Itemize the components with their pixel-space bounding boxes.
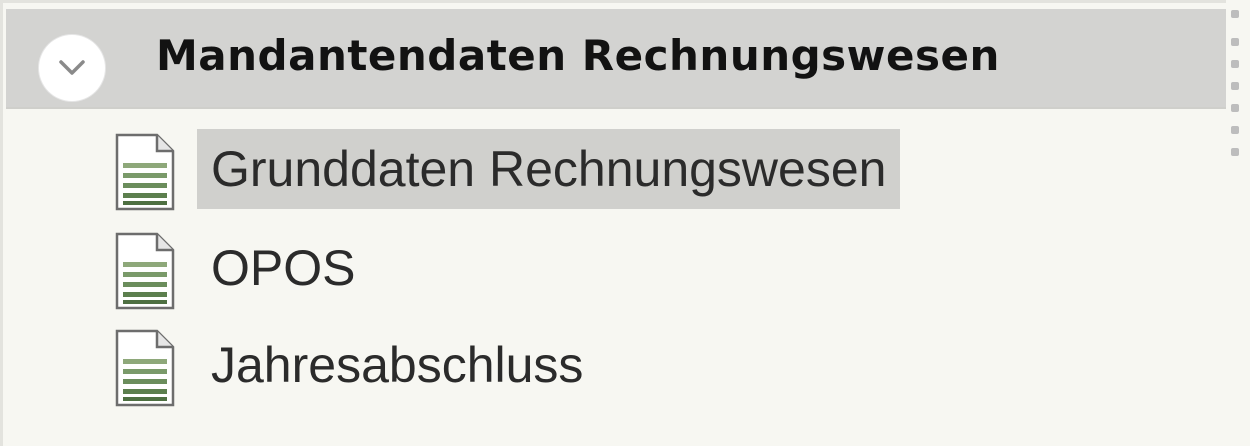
scrollbar-dot (1231, 148, 1239, 156)
document-icon (115, 133, 175, 211)
scrollbar-dot (1231, 38, 1239, 46)
group-header[interactable]: Mandantendaten Rechnungswesen (6, 9, 1226, 109)
navigation-panel: Mandantendaten Rechnungswesen Grunddaten… (0, 0, 1226, 446)
document-icon (115, 329, 175, 407)
group-title: Mandantendaten Rechnungswesen (156, 31, 1000, 80)
scrollbar[interactable] (1228, 0, 1242, 446)
scrollbar-dot (1231, 10, 1239, 18)
scrollbar-dot (1231, 60, 1239, 68)
tree-item-label: OPOS (211, 240, 356, 296)
tree-item-label: Jahresabschluss (211, 337, 584, 393)
document-icon (115, 232, 175, 310)
tree-item-label: Grunddaten Rechnungswesen (197, 129, 901, 209)
collapse-toggle-button[interactable] (39, 35, 105, 101)
scrollbar-dot (1231, 126, 1239, 134)
scrollbar-dot (1231, 82, 1239, 90)
scrollbar-dot (1231, 104, 1239, 112)
chevron-down-icon (59, 60, 85, 75)
